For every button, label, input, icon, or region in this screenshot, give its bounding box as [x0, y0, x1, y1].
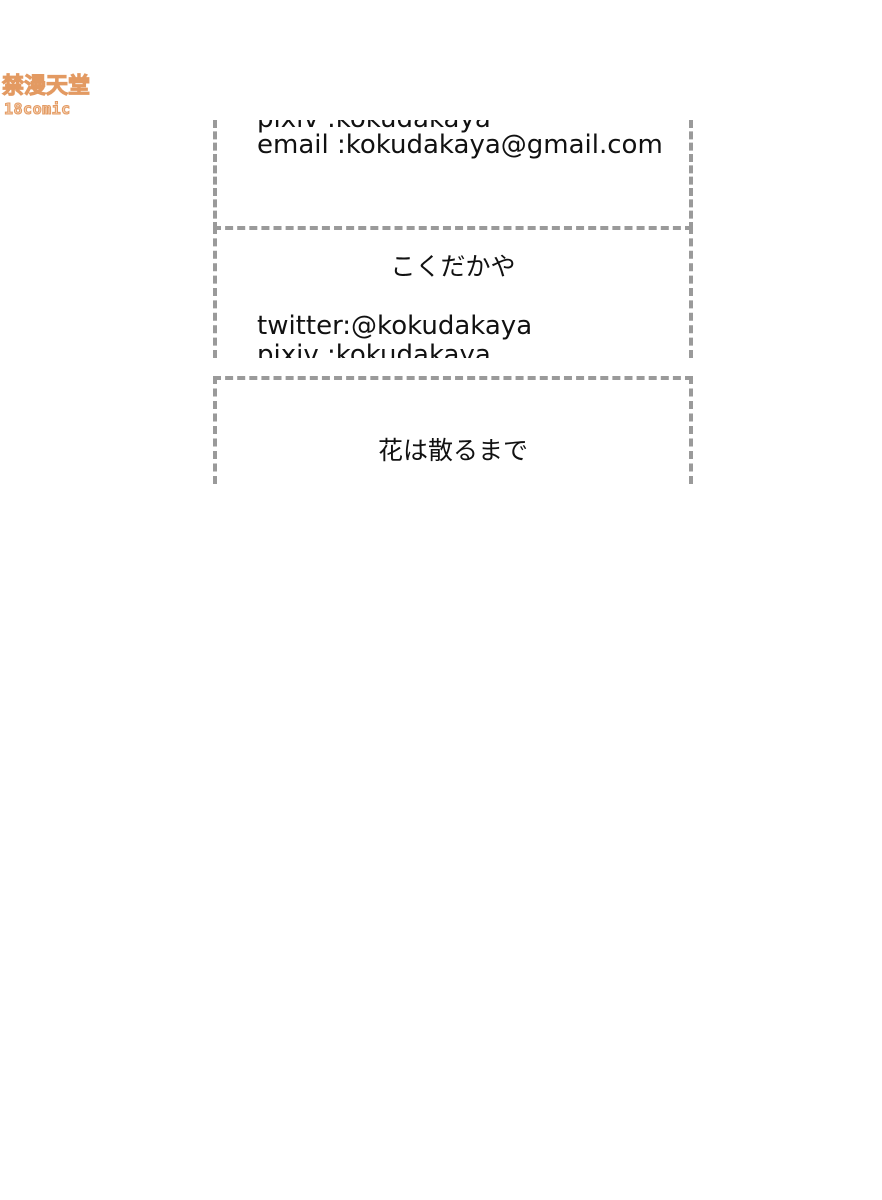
credits-panel-middle: こくだかや twitter:@kokudakaya pixiv :kokudak…	[213, 226, 693, 358]
watermark-logo: 禁漫天堂 18comic	[2, 74, 108, 122]
pixiv-handle-text: pixiv :kokudakaya	[257, 340, 491, 358]
work-title: 花は散るまで	[377, 436, 528, 465]
credits-panel-top: pixiv :kokudakaya email :kokudakaya@gmai…	[213, 120, 693, 230]
email-text: email :kokudakaya@gmail.com	[257, 130, 663, 160]
credits-panel-bottom: 花は散るまで	[213, 376, 693, 484]
watermark-subtitle: 18comic	[4, 100, 71, 119]
twitter-handle-text: twitter:@kokudakaya	[257, 311, 533, 341]
author-name: こくだかや	[390, 252, 516, 281]
watermark-title: 禁漫天堂	[2, 74, 91, 100]
